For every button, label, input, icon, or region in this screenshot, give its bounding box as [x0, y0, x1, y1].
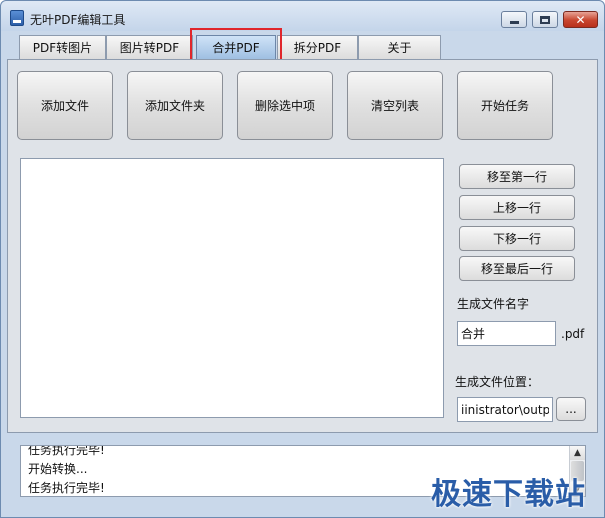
tab-merge-pdf[interactable]: 合并PDF	[196, 35, 276, 59]
title-bar[interactable]: 无叶PDF编辑工具 ✕	[1, 1, 604, 31]
browse-button[interactable]: ...	[556, 397, 586, 421]
close-icon: ✕	[575, 12, 586, 27]
delete-selected-button[interactable]: 删除选中项	[237, 71, 333, 140]
move-to-bottom-button[interactable]: 移至最后一行	[459, 256, 575, 281]
add-file-button[interactable]: 添加文件	[17, 71, 113, 140]
output-extension-label: .pdf	[561, 327, 585, 341]
add-folder-button[interactable]: 添加文件夹	[127, 71, 223, 140]
move-to-top-button[interactable]: 移至第一行	[459, 164, 575, 189]
app-window: 无叶PDF编辑工具 ✕ PDF转图片 图片转PDF 合并PDF 拆分PDF 关于…	[0, 0, 605, 518]
log-line: 任务执行完毕!	[28, 445, 105, 457]
window-title: 无叶PDF编辑工具	[30, 13, 126, 27]
output-name-label: 生成文件名字	[457, 297, 530, 311]
move-up-button[interactable]: 上移一行	[459, 195, 575, 220]
scroll-up-arrow-icon[interactable]: ▲	[570, 446, 585, 460]
maximize-button[interactable]	[532, 11, 558, 28]
app-pdf-icon	[10, 10, 24, 26]
tab-image-to-pdf[interactable]: 图片转PDF	[106, 35, 193, 59]
clear-list-button[interactable]: 清空列表	[347, 71, 443, 140]
tab-pdf-to-image[interactable]: PDF转图片	[19, 35, 106, 59]
minimize-icon	[509, 20, 519, 24]
maximize-icon	[540, 15, 550, 24]
tab-about[interactable]: 关于	[358, 35, 441, 59]
output-name-input[interactable]	[457, 321, 556, 346]
tab-split-pdf[interactable]: 拆分PDF	[277, 35, 358, 59]
watermark-text: 极速下载站	[431, 477, 586, 512]
minimize-button[interactable]	[501, 11, 527, 28]
move-down-button[interactable]: 下移一行	[459, 226, 575, 251]
output-location-label: 生成文件位置：	[455, 375, 540, 389]
start-task-button[interactable]: 开始任务	[457, 71, 553, 140]
output-location-input[interactable]	[457, 397, 553, 422]
close-button[interactable]: ✕	[563, 11, 598, 28]
file-list[interactable]	[20, 158, 444, 418]
